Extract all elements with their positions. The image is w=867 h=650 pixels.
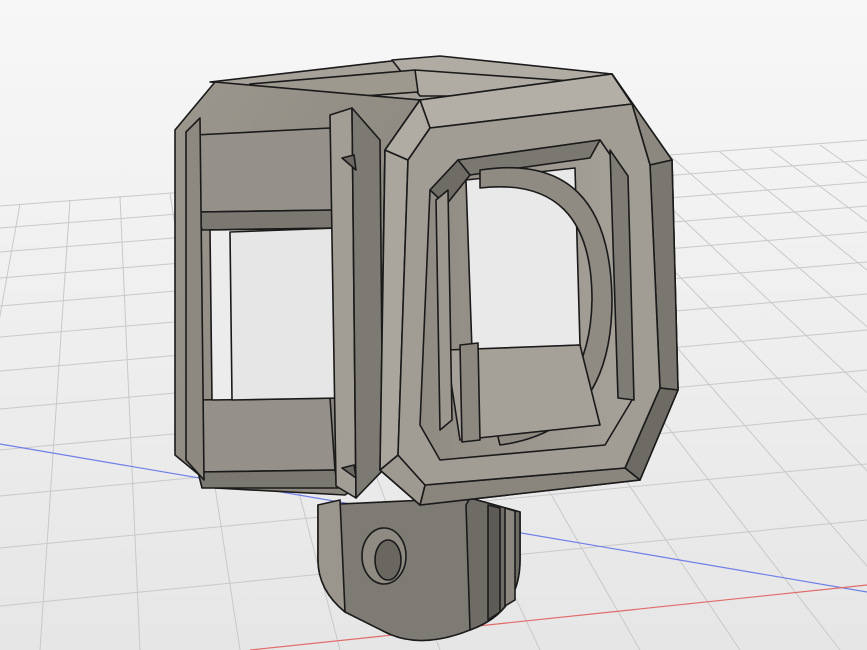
- 3d-viewport[interactable]: [0, 0, 867, 650]
- front-frame[interactable]: [379, 73, 679, 506]
- viewport-canvas[interactable]: [0, 0, 867, 650]
